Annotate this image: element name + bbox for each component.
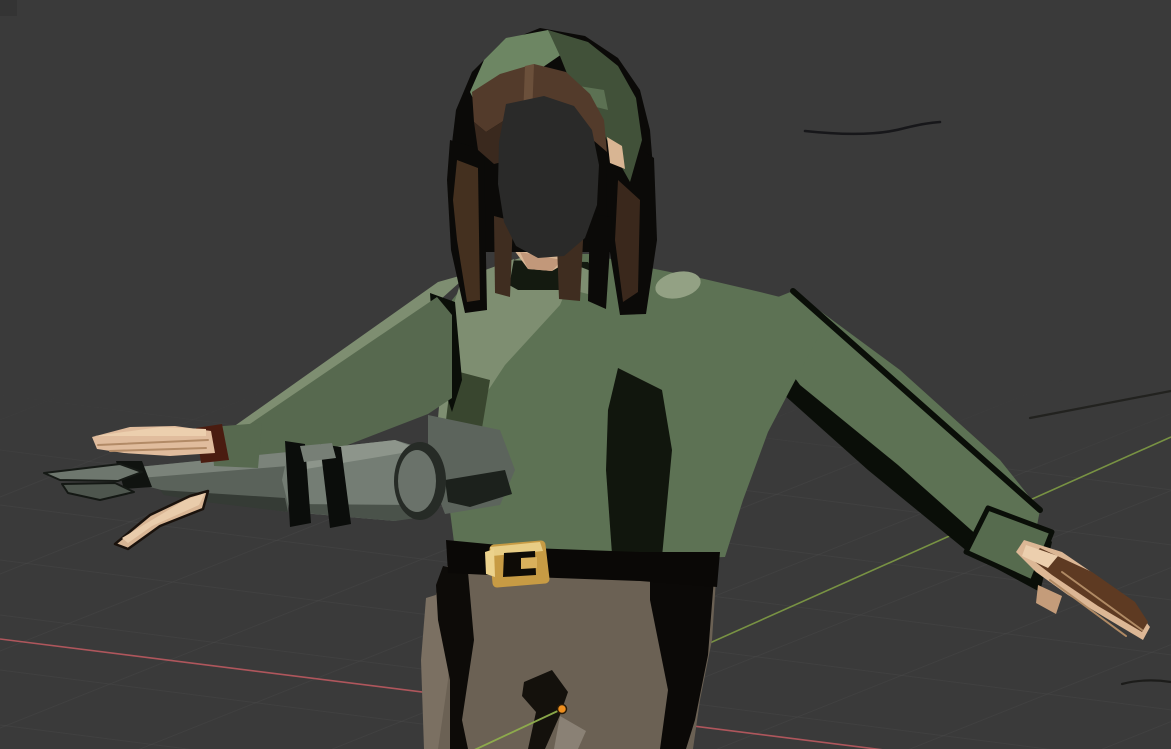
floating-stroke-top-right [805, 122, 940, 134]
right-thumb [1036, 585, 1062, 614]
3d-viewport[interactable] [0, 0, 1171, 749]
character-model[interactable] [44, 28, 1150, 749]
torso-dark-band [606, 368, 672, 557]
buckle-prong [485, 549, 495, 577]
face [498, 96, 599, 258]
buckle-tab-gold [521, 557, 537, 569]
corner-artifact [0, 0, 17, 16]
floating-stroke-bottom-right [1122, 680, 1171, 684]
left-thumb-light [122, 493, 205, 543]
left-fingers-top-light [95, 427, 206, 436]
viewport-canvas[interactable] [0, 0, 1171, 749]
floating-stroke-right-middle [1030, 391, 1171, 418]
crossbow-fork-upper [44, 464, 142, 481]
object-origin-dot[interactable] [558, 705, 567, 714]
crossbow-endcap-face [398, 450, 436, 512]
